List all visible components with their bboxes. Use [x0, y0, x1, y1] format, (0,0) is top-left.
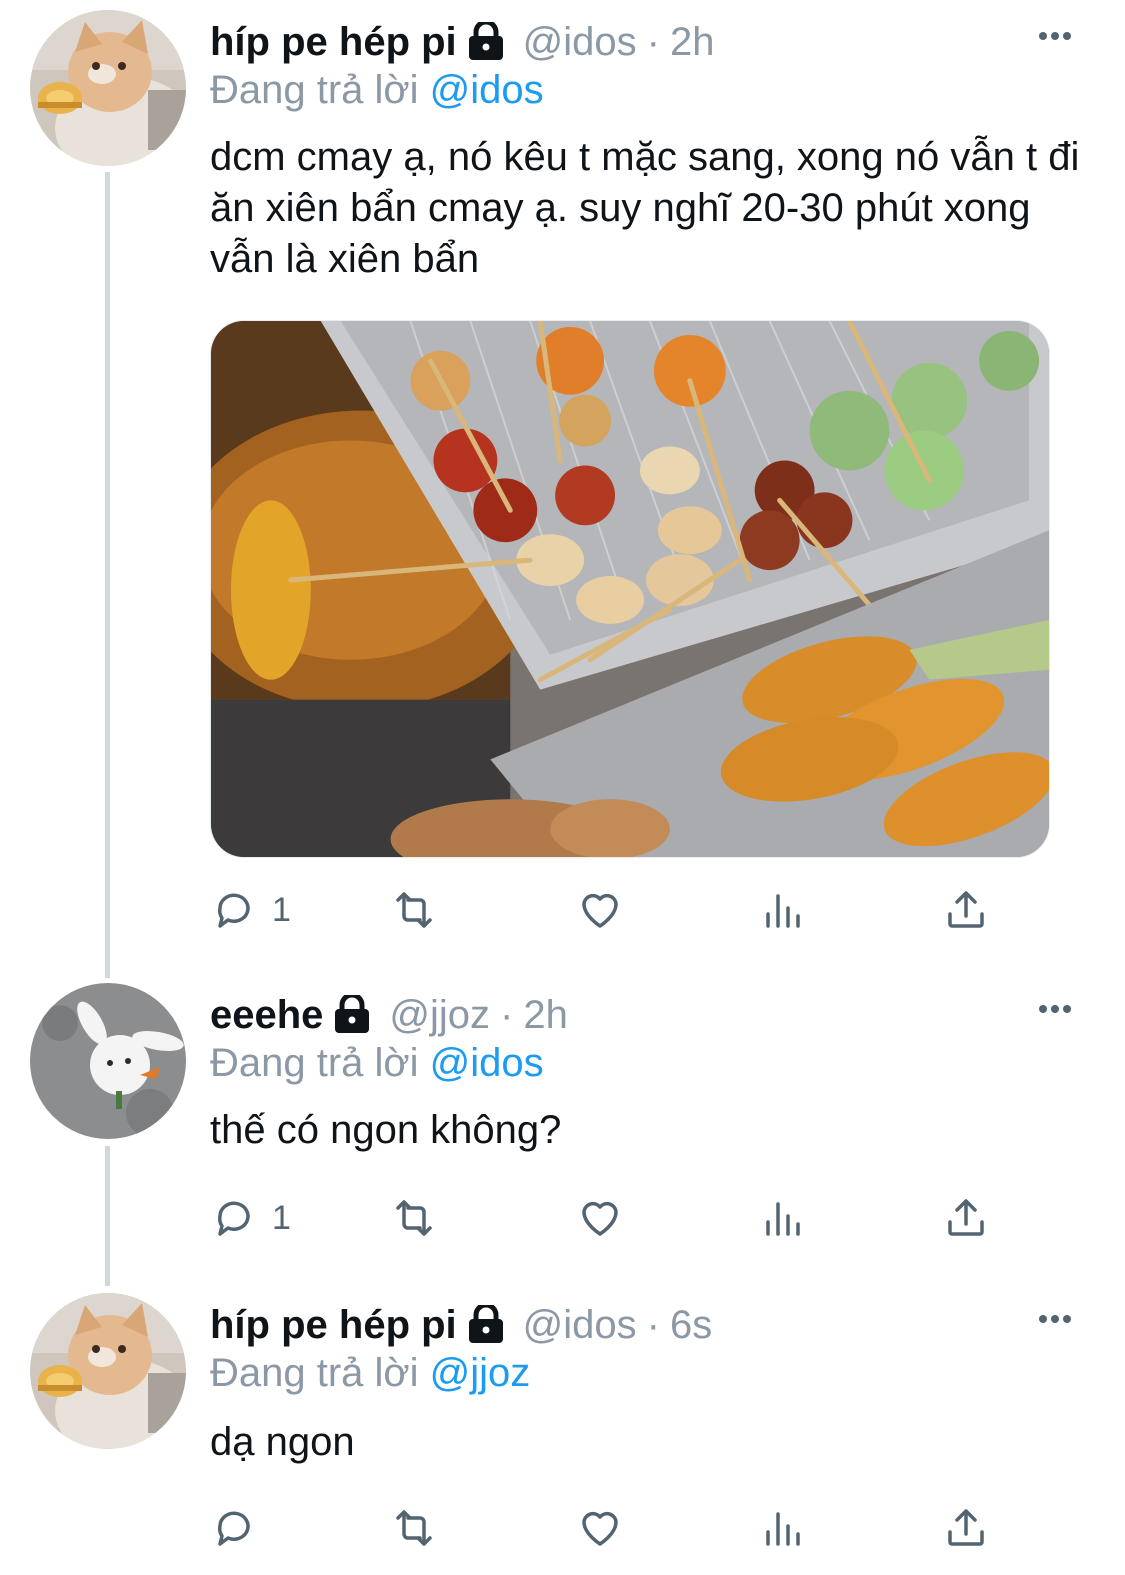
- more-options-icon[interactable]: [1035, 16, 1075, 56]
- heart-icon: [582, 1511, 618, 1546]
- cat-avatar-icon: [30, 10, 186, 166]
- lock-icon: [465, 1302, 507, 1345]
- tweet-text: thế có ngon không?: [210, 1108, 562, 1152]
- avatar[interactable]: [30, 1293, 186, 1449]
- like-button[interactable]: [576, 880, 624, 940]
- tweet-header: híp pe hép pi @idos · 2h: [210, 18, 714, 66]
- retweet-icon: [396, 1200, 432, 1236]
- analytics-icon: [766, 1202, 800, 1236]
- replying-to: Đang trả lời @idos: [210, 66, 544, 114]
- retweet-icon: [396, 1510, 432, 1546]
- share-button[interactable]: [942, 880, 990, 940]
- tweet-text: dcm cmay ạ, nó kêu t mặc sang, xong nó v…: [210, 135, 1080, 281]
- mention-link[interactable]: @idos: [430, 68, 544, 112]
- tweet-media[interactable]: [210, 320, 1050, 858]
- retweet-button[interactable]: [390, 880, 438, 940]
- tweet[interactable]: eeehe @jjoz · 2h Đang trả lời @idos thế …: [0, 973, 1125, 1273]
- analytics-button[interactable]: [760, 1188, 808, 1248]
- tweet[interactable]: híp pe hép pi @idos · 6s Đang trả lời @j…: [0, 1283, 1125, 1575]
- reply-icon: [217, 1201, 250, 1236]
- avatar[interactable]: [30, 983, 186, 1139]
- tweet[interactable]: híp pe hép pi @idos · 2h Đang trả lời @i…: [0, 0, 1125, 972]
- cat-avatar-icon: [30, 1293, 186, 1449]
- replying-to-label: Đang trả lời: [210, 68, 430, 112]
- share-icon: [948, 1509, 984, 1546]
- avatar[interactable]: [30, 10, 186, 166]
- analytics-button[interactable]: [760, 880, 808, 940]
- bunny-avatar-icon: [30, 983, 186, 1139]
- more-options-icon[interactable]: [1035, 1299, 1075, 1339]
- retweet-button[interactable]: [390, 1498, 438, 1558]
- user-handle[interactable]: @jjoz: [389, 991, 490, 1039]
- tweet-actions: 1: [210, 880, 1030, 940]
- share-button[interactable]: [942, 1188, 990, 1248]
- reply-count: 1: [272, 890, 291, 929]
- display-name[interactable]: eeehe: [210, 991, 323, 1039]
- retweet-icon: [396, 892, 432, 928]
- separator-dot: ·: [646, 20, 660, 64]
- mention-link[interactable]: @jjoz: [430, 1351, 531, 1395]
- tweet-header: híp pe hép pi @idos · 6s: [210, 1301, 712, 1349]
- separator-dot: ·: [646, 1303, 660, 1347]
- like-button[interactable]: [576, 1188, 624, 1248]
- user-handle[interactable]: @idos: [523, 1301, 637, 1349]
- timestamp[interactable]: 2h: [523, 991, 568, 1039]
- lock-icon: [465, 19, 507, 62]
- display-name[interactable]: híp pe hép pi: [210, 18, 457, 66]
- tweet-actions: [210, 1498, 1030, 1558]
- display-name[interactable]: híp pe hép pi: [210, 1301, 457, 1349]
- reply-button[interactable]: 1: [210, 1188, 291, 1248]
- mention-link[interactable]: @idos: [430, 1041, 544, 1085]
- fried-skewers-photo-icon: [211, 321, 1049, 857]
- timestamp[interactable]: 2h: [670, 18, 715, 66]
- reply-button[interactable]: [210, 1498, 272, 1558]
- separator-dot: ·: [500, 993, 514, 1037]
- heart-icon: [582, 893, 618, 928]
- analytics-icon: [766, 1512, 800, 1546]
- timestamp[interactable]: 6s: [670, 1301, 712, 1349]
- more-options-icon[interactable]: [1035, 989, 1075, 1029]
- tweet-header: eeehe @jjoz · 2h: [210, 991, 568, 1039]
- user-handle[interactable]: @idos: [523, 18, 637, 66]
- replying-to: Đang trả lời @jjoz: [210, 1349, 530, 1397]
- replying-to: Đang trả lời @idos: [210, 1039, 544, 1087]
- reply-button[interactable]: 1: [210, 880, 291, 940]
- heart-icon: [582, 1201, 618, 1236]
- reply-icon: [217, 1511, 250, 1546]
- analytics-icon: [766, 894, 800, 928]
- tweet-text: dạ ngon: [210, 1420, 355, 1464]
- retweet-button[interactable]: [390, 1188, 438, 1248]
- share-icon: [948, 1199, 984, 1236]
- replying-to-label: Đang trả lời: [210, 1351, 430, 1395]
- analytics-button[interactable]: [760, 1498, 808, 1558]
- like-button[interactable]: [576, 1498, 624, 1558]
- tweet-actions: 1: [210, 1188, 1030, 1248]
- lock-icon: [331, 992, 373, 1035]
- reply-count: 1: [272, 1198, 291, 1237]
- reply-icon: [217, 893, 250, 928]
- share-button[interactable]: [942, 1498, 990, 1558]
- replying-to-label: Đang trả lời: [210, 1041, 430, 1085]
- share-icon: [948, 891, 984, 928]
